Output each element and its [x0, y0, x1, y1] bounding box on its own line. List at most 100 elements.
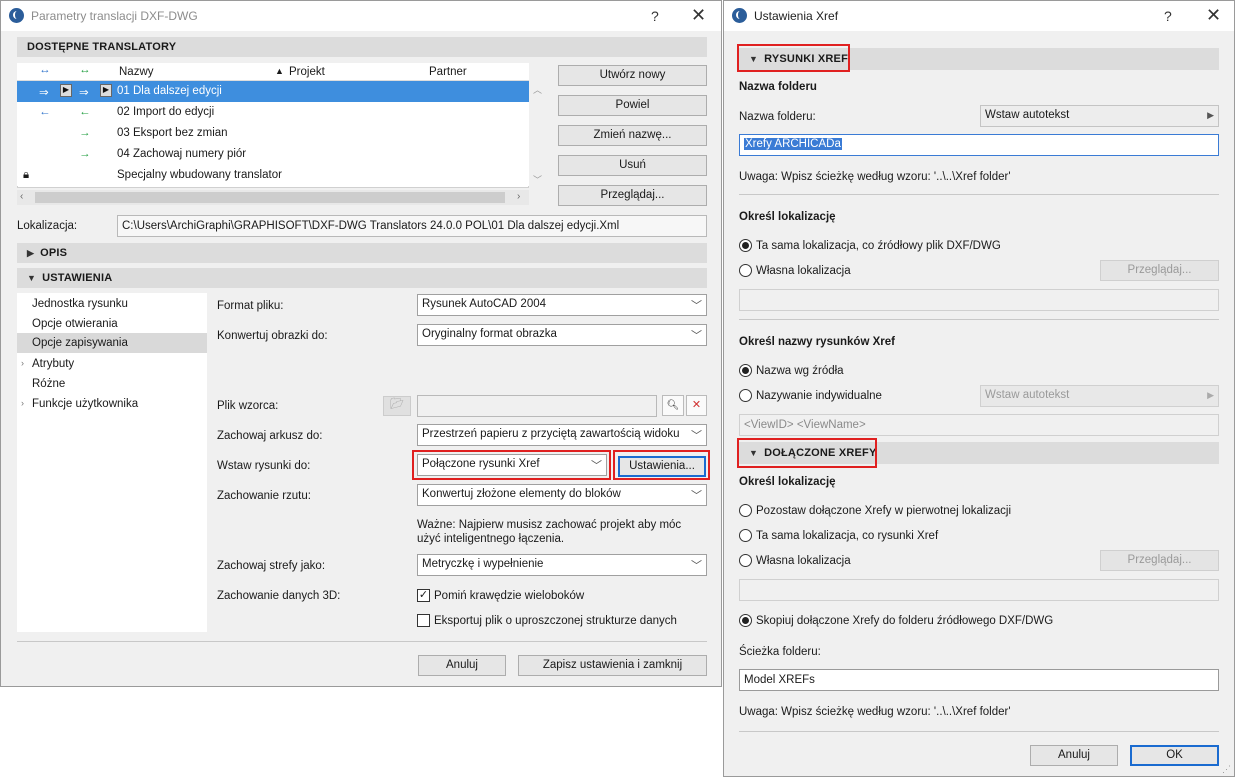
convert-images-label: Konwertuj obrazki do:	[217, 330, 328, 342]
divider	[739, 194, 1219, 195]
export-simple-label: Eksportuj plik o uproszczonej strukturze…	[434, 615, 677, 627]
delete-button[interactable]: Usuń	[558, 155, 707, 176]
insert-autotext-dropdown[interactable]: Wstaw autotekst ▶	[980, 105, 1219, 127]
chevron-down-icon: ﹀	[691, 330, 702, 342]
folder-path-value: Model XREFs	[744, 674, 815, 686]
arrow-right-icon: →	[79, 148, 91, 160]
location-heading: Określ lokalizację	[739, 211, 836, 223]
browse-button-disabled[interactable]: Przeglądaj...	[1100, 260, 1219, 281]
convert-images-select[interactable]: Oryginalny format obrazka ﹀	[417, 324, 707, 346]
zones-value: Metryczkę i wypełnienie	[422, 558, 544, 570]
template-browse-icon[interactable]: 🔍︎	[662, 395, 684, 416]
scroll-down-icon[interactable]: ﹀	[533, 173, 542, 186]
save-sheet-select[interactable]: Przestrzeń papieru z przyciętą zawartośc…	[417, 424, 707, 446]
sort-icon: ▲	[275, 66, 284, 76]
expand-chevron-icon[interactable]: ›	[21, 358, 24, 368]
help-icon[interactable]: ?	[1164, 8, 1172, 24]
export-simple-checkbox[interactable]	[417, 614, 430, 627]
settings-nav-tree: Jednostka rysunku Opcje otwierania Opcje…	[17, 293, 207, 632]
folder-icon[interactable]: 📂︎	[383, 396, 411, 416]
template-label: Plik wzorca:	[217, 400, 279, 412]
translator-name: 04 Zachowaj numery piór	[117, 148, 247, 160]
column-header-name[interactable]: Nazwy	[119, 66, 154, 78]
translator-row[interactable]: → 04 Zachowaj numery piór	[17, 144, 529, 165]
nav-item-attributes[interactable]: Atrybuty	[32, 358, 74, 370]
arrow-right-icon: →	[79, 127, 91, 139]
radio-same-location[interactable]	[739, 239, 752, 252]
bidir-arrow-icon: ↔	[39, 64, 51, 76]
translator-row[interactable]: → 03 Eksport bez zmian	[17, 123, 529, 144]
xref-ok-button[interactable]: OK	[1130, 745, 1219, 766]
file-format-select[interactable]: Rysunek AutoCAD 2004 ﹀	[417, 294, 707, 316]
xref-cancel-button[interactable]: Anuluj	[1030, 745, 1118, 766]
help-icon[interactable]: ?	[651, 8, 659, 24]
skip-edges-checkbox[interactable]: ✓	[417, 589, 430, 602]
plan-select[interactable]: Konwertuj złożone elementy do bloków ﹀	[417, 484, 707, 506]
translator-row[interactable]: ← ← 02 Import do edycji	[17, 102, 529, 123]
nav-item-open-options[interactable]: Opcje otwierania	[32, 318, 118, 330]
radio-own-location-2[interactable]	[739, 554, 752, 567]
radio-own-location[interactable]	[739, 264, 752, 277]
plan-label: Zachowanie rzutu:	[217, 490, 311, 502]
convert-images-value: Oryginalny format obrazka	[422, 328, 557, 340]
translator-row[interactable]: 🔒︎ Specjalny wbudowany translator	[17, 165, 529, 186]
expand-icon[interactable]: ▶	[100, 84, 112, 97]
zones-select[interactable]: Metryczkę i wypełnienie ﹀	[417, 554, 707, 576]
save-close-button[interactable]: Zapisz ustawienia i zamknij	[518, 655, 707, 676]
close-icon[interactable]: ✕	[691, 5, 706, 26]
radio-name-source[interactable]	[739, 364, 752, 377]
list-header: ↔ ↔ Nazwy ▲ Projekt Partner	[17, 63, 529, 81]
scroll-thumb[interactable]	[35, 192, 505, 203]
folder-path-label: Ścieżka folderu:	[739, 646, 821, 658]
insert-autotext-label: Wstaw autotekst	[985, 109, 1070, 121]
nav-item-user-functions[interactable]: Funkcje użytkownika	[32, 398, 138, 410]
rename-button[interactable]: Zmień nazwę...	[558, 125, 707, 146]
vertical-scrollbar[interactable]: ︿ ﹀	[531, 81, 545, 188]
radio-same-as-xref[interactable]	[739, 529, 752, 542]
settings-section[interactable]: ▼ USTAWIENIA	[17, 268, 707, 288]
translator-row[interactable]: ⇒ ▶ ⇒ ▶ 01 Dla dalszej edycji	[17, 81, 529, 102]
close-icon[interactable]: ✕	[1206, 5, 1221, 26]
nav-item-units[interactable]: Jednostka rysunku	[32, 298, 128, 310]
resize-grip-icon[interactable]: ⋰	[1222, 764, 1231, 775]
chevron-down-icon: ﹀	[691, 490, 702, 502]
horizontal-scrollbar[interactable]: ‹ ›	[17, 190, 529, 205]
expand-icon[interactable]: ▶	[60, 84, 72, 97]
column-header-partner[interactable]: Partner	[429, 66, 467, 78]
translator-name: 02 Import do edycji	[117, 106, 215, 118]
save-sheet-value: Przestrzeń papieru z przyciętą zawartośc…	[422, 428, 680, 440]
nav-item-misc[interactable]: Różne	[32, 378, 65, 390]
column-header-project[interactable]: Projekt	[289, 66, 325, 78]
description-section[interactable]: ▶ OPIS	[17, 243, 707, 263]
same-location-label: Ta sama lokalizacja, co źródłowy plik DX…	[756, 240, 1001, 252]
archicad-logo-icon	[732, 8, 747, 23]
radio-keep-original[interactable]	[739, 504, 752, 517]
duplicate-button[interactable]: Powiel	[558, 95, 707, 116]
template-clear-icon[interactable]: ✕	[686, 395, 707, 416]
folder-path-input[interactable]: Model XREFs	[739, 669, 1219, 691]
arrow-left-icon: ←	[79, 106, 91, 118]
highlight-settings-button	[613, 450, 710, 480]
scroll-up-icon[interactable]: ︿	[533, 83, 542, 96]
radio-name-individual[interactable]	[739, 389, 752, 402]
new-translator-button[interactable]: Utwórz nowy	[558, 65, 707, 86]
chevron-down-icon: ﹀	[691, 300, 702, 312]
save-sheet-label: Zachowaj arkusz do:	[217, 430, 323, 442]
own-location-label: Własna lokalizacja	[756, 265, 851, 277]
nav-item-save-options[interactable]: Opcje zapisywania	[17, 333, 207, 353]
settings-header: USTAWIENIA	[42, 272, 113, 284]
browse-button-disabled-2[interactable]: Przeglądaj...	[1100, 550, 1219, 571]
radio-copy-to-source[interactable]	[739, 614, 752, 627]
insert-autotext-dropdown-disabled[interactable]: Wstaw autotekst ▶	[980, 385, 1219, 407]
location-field: C:\Users\ArchiGraphi\GRAPHISOFT\DXF-DWG …	[117, 215, 707, 237]
name-pattern-field: <ViewID> <ViewName>	[739, 414, 1219, 436]
browse-button[interactable]: Przeglądaj...	[558, 185, 707, 206]
bidir-arrow-green-icon: ↔	[79, 64, 91, 76]
arrow-right-icon: ⇒	[39, 87, 49, 99]
folder-name-input[interactable]: Xrefy ARCHICADa	[739, 134, 1219, 156]
scroll-right-icon[interactable]: ›	[517, 191, 520, 202]
cancel-button[interactable]: Anuluj	[418, 655, 506, 676]
archicad-logo-icon	[9, 8, 24, 23]
scroll-left-icon[interactable]: ‹	[20, 191, 23, 202]
expand-chevron-icon[interactable]: ›	[21, 398, 24, 408]
